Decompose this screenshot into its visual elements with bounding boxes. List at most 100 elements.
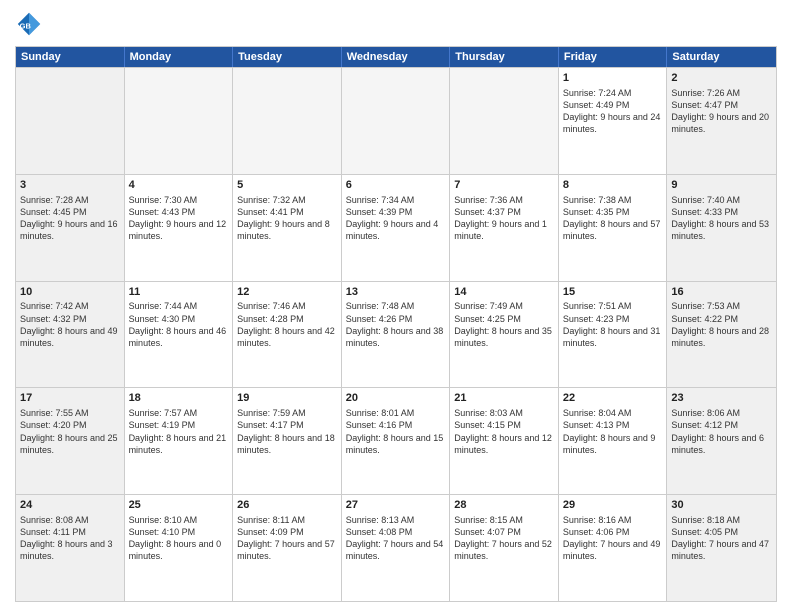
calendar-body: 1Sunrise: 7:24 AM Sunset: 4:49 PM Daylig… [16,67,776,601]
page-header: GB [15,10,777,38]
day-number: 29 [563,498,663,513]
calendar-cell: 20Sunrise: 8:01 AM Sunset: 4:16 PM Dayli… [342,388,451,494]
day-number: 28 [454,498,554,513]
day-number: 9 [671,178,772,193]
calendar-cell: 18Sunrise: 7:57 AM Sunset: 4:19 PM Dayli… [125,388,234,494]
day-number: 15 [563,285,663,300]
day-number: 1 [563,71,663,86]
day-content: Sunrise: 7:36 AM Sunset: 4:37 PM Dayligh… [454,194,554,243]
calendar-cell: 14Sunrise: 7:49 AM Sunset: 4:25 PM Dayli… [450,282,559,388]
day-content: Sunrise: 7:30 AM Sunset: 4:43 PM Dayligh… [129,194,229,243]
day-number: 7 [454,178,554,193]
calendar-cell: 2Sunrise: 7:26 AM Sunset: 4:47 PM Daylig… [667,68,776,174]
day-content: Sunrise: 7:24 AM Sunset: 4:49 PM Dayligh… [563,87,663,136]
calendar-cell: 1Sunrise: 7:24 AM Sunset: 4:49 PM Daylig… [559,68,668,174]
calendar-cell: 25Sunrise: 8:10 AM Sunset: 4:10 PM Dayli… [125,495,234,601]
day-header-saturday: Saturday [667,47,776,67]
day-number: 25 [129,498,229,513]
day-content: Sunrise: 7:49 AM Sunset: 4:25 PM Dayligh… [454,300,554,349]
logo: GB [15,10,47,38]
day-header-thursday: Thursday [450,47,559,67]
calendar-cell: 22Sunrise: 8:04 AM Sunset: 4:13 PM Dayli… [559,388,668,494]
day-content: Sunrise: 7:42 AM Sunset: 4:32 PM Dayligh… [20,300,120,349]
calendar-cell: 19Sunrise: 7:59 AM Sunset: 4:17 PM Dayli… [233,388,342,494]
day-content: Sunrise: 7:51 AM Sunset: 4:23 PM Dayligh… [563,300,663,349]
calendar-cell: 28Sunrise: 8:15 AM Sunset: 4:07 PM Dayli… [450,495,559,601]
calendar-cell: 4Sunrise: 7:30 AM Sunset: 4:43 PM Daylig… [125,175,234,281]
day-content: Sunrise: 8:11 AM Sunset: 4:09 PM Dayligh… [237,514,337,563]
day-content: Sunrise: 7:32 AM Sunset: 4:41 PM Dayligh… [237,194,337,243]
day-content: Sunrise: 8:04 AM Sunset: 4:13 PM Dayligh… [563,407,663,456]
day-number: 14 [454,285,554,300]
day-number: 8 [563,178,663,193]
calendar-cell: 21Sunrise: 8:03 AM Sunset: 4:15 PM Dayli… [450,388,559,494]
day-number: 12 [237,285,337,300]
calendar-cell: 26Sunrise: 8:11 AM Sunset: 4:09 PM Dayli… [233,495,342,601]
calendar-cell: 16Sunrise: 7:53 AM Sunset: 4:22 PM Dayli… [667,282,776,388]
day-header-friday: Friday [559,47,668,67]
day-content: Sunrise: 8:01 AM Sunset: 4:16 PM Dayligh… [346,407,446,456]
day-content: Sunrise: 7:28 AM Sunset: 4:45 PM Dayligh… [20,194,120,243]
day-content: Sunrise: 7:55 AM Sunset: 4:20 PM Dayligh… [20,407,120,456]
day-content: Sunrise: 8:10 AM Sunset: 4:10 PM Dayligh… [129,514,229,563]
calendar-cell: 30Sunrise: 8:18 AM Sunset: 4:05 PM Dayli… [667,495,776,601]
calendar-cell: 5Sunrise: 7:32 AM Sunset: 4:41 PM Daylig… [233,175,342,281]
calendar-cell: 8Sunrise: 7:38 AM Sunset: 4:35 PM Daylig… [559,175,668,281]
calendar-cell: 7Sunrise: 7:36 AM Sunset: 4:37 PM Daylig… [450,175,559,281]
calendar-cell: 12Sunrise: 7:46 AM Sunset: 4:28 PM Dayli… [233,282,342,388]
day-content: Sunrise: 8:08 AM Sunset: 4:11 PM Dayligh… [20,514,120,563]
day-content: Sunrise: 8:15 AM Sunset: 4:07 PM Dayligh… [454,514,554,563]
day-number: 13 [346,285,446,300]
day-header-monday: Monday [125,47,234,67]
calendar-week-4: 17Sunrise: 7:55 AM Sunset: 4:20 PM Dayli… [16,387,776,494]
day-number: 24 [20,498,120,513]
calendar-cell: 3Sunrise: 7:28 AM Sunset: 4:45 PM Daylig… [16,175,125,281]
calendar-cell: 17Sunrise: 7:55 AM Sunset: 4:20 PM Dayli… [16,388,125,494]
day-number: 11 [129,285,229,300]
day-number: 21 [454,391,554,406]
day-number: 10 [20,285,120,300]
day-content: Sunrise: 7:34 AM Sunset: 4:39 PM Dayligh… [346,194,446,243]
calendar-cell: 23Sunrise: 8:06 AM Sunset: 4:12 PM Dayli… [667,388,776,494]
day-number: 18 [129,391,229,406]
calendar-cell: 11Sunrise: 7:44 AM Sunset: 4:30 PM Dayli… [125,282,234,388]
day-number: 6 [346,178,446,193]
calendar-cell [450,68,559,174]
day-number: 4 [129,178,229,193]
calendar-cell: 13Sunrise: 7:48 AM Sunset: 4:26 PM Dayli… [342,282,451,388]
calendar: SundayMondayTuesdayWednesdayThursdayFrid… [15,46,777,602]
day-content: Sunrise: 7:40 AM Sunset: 4:33 PM Dayligh… [671,194,772,243]
calendar-cell: 29Sunrise: 8:16 AM Sunset: 4:06 PM Dayli… [559,495,668,601]
day-number: 17 [20,391,120,406]
day-number: 16 [671,285,772,300]
calendar-cell [233,68,342,174]
day-content: Sunrise: 8:06 AM Sunset: 4:12 PM Dayligh… [671,407,772,456]
day-content: Sunrise: 8:18 AM Sunset: 4:05 PM Dayligh… [671,514,772,563]
day-number: 5 [237,178,337,193]
calendar-cell: 27Sunrise: 8:13 AM Sunset: 4:08 PM Dayli… [342,495,451,601]
calendar-cell: 24Sunrise: 8:08 AM Sunset: 4:11 PM Dayli… [16,495,125,601]
day-content: Sunrise: 7:57 AM Sunset: 4:19 PM Dayligh… [129,407,229,456]
day-content: Sunrise: 8:16 AM Sunset: 4:06 PM Dayligh… [563,514,663,563]
day-number: 3 [20,178,120,193]
day-number: 26 [237,498,337,513]
day-number: 19 [237,391,337,406]
day-header-tuesday: Tuesday [233,47,342,67]
day-content: Sunrise: 7:59 AM Sunset: 4:17 PM Dayligh… [237,407,337,456]
day-number: 27 [346,498,446,513]
day-number: 30 [671,498,772,513]
day-content: Sunrise: 7:48 AM Sunset: 4:26 PM Dayligh… [346,300,446,349]
calendar-week-5: 24Sunrise: 8:08 AM Sunset: 4:11 PM Dayli… [16,494,776,601]
calendar-cell: 10Sunrise: 7:42 AM Sunset: 4:32 PM Dayli… [16,282,125,388]
calendar-cell [342,68,451,174]
svg-text:GB: GB [20,22,32,31]
day-number: 20 [346,391,446,406]
day-content: Sunrise: 7:53 AM Sunset: 4:22 PM Dayligh… [671,300,772,349]
calendar-cell: 6Sunrise: 7:34 AM Sunset: 4:39 PM Daylig… [342,175,451,281]
calendar-cell [125,68,234,174]
day-number: 22 [563,391,663,406]
day-content: Sunrise: 7:46 AM Sunset: 4:28 PM Dayligh… [237,300,337,349]
day-header-sunday: Sunday [16,47,125,67]
day-content: Sunrise: 7:38 AM Sunset: 4:35 PM Dayligh… [563,194,663,243]
day-content: Sunrise: 8:13 AM Sunset: 4:08 PM Dayligh… [346,514,446,563]
